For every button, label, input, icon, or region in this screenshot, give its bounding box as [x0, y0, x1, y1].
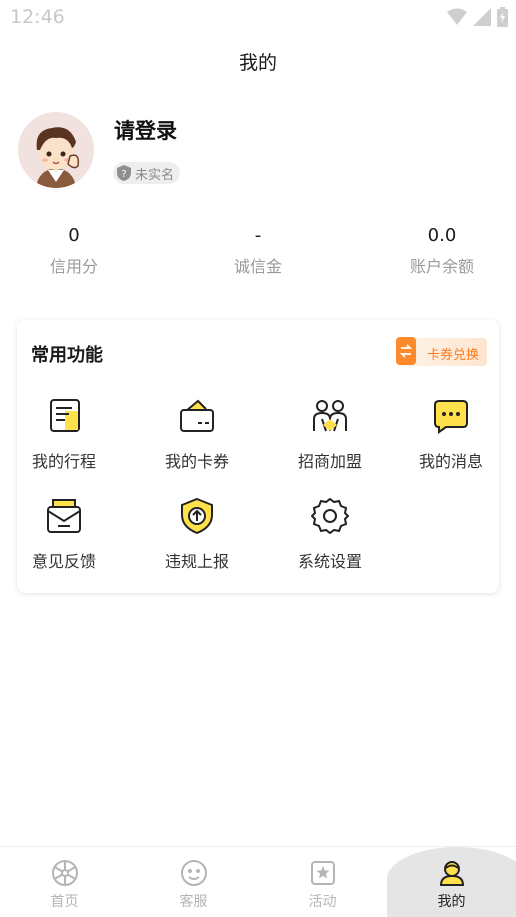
bottom-tab-bar: 首页 客服 活动 我的	[0, 846, 516, 917]
home-icon	[51, 860, 78, 886]
func-label: 我的消息	[418, 452, 483, 471]
stat-label: 信用分	[49, 257, 98, 276]
activity-icon	[310, 861, 335, 885]
avatar-boy-icon	[18, 112, 94, 188]
status-time: 12:46	[10, 6, 65, 28]
coupon-exchange-button[interactable]: 卡券兑换	[396, 337, 487, 366]
stat-label: 诚信金	[233, 257, 282, 276]
tab-label: 活动	[308, 894, 337, 910]
func-label: 我的卡券	[164, 452, 229, 471]
stat-value: 0	[68, 225, 80, 246]
stat-label: 账户余额	[409, 257, 474, 276]
coupon-wallet-icon	[180, 399, 214, 432]
stat-credit-score[interactable]: 0 信用分	[4, 224, 144, 277]
func-label: 我的行程	[31, 452, 96, 471]
message-icon	[434, 400, 468, 434]
stat-value: 0.0	[427, 225, 457, 246]
feedback-icon	[47, 499, 81, 533]
login-prompt[interactable]: 请登录	[114, 115, 177, 145]
signal-icon	[473, 8, 491, 26]
stat-deposit[interactable]: - 诚信金	[188, 224, 328, 277]
func-label: 系统设置	[297, 552, 362, 571]
func-partnership[interactable]: 招商加盟	[275, 397, 385, 477]
service-icon	[180, 860, 207, 886]
func-my-coupons[interactable]: 我的卡券	[142, 397, 252, 477]
battery-icon	[497, 7, 508, 27]
card-title: 常用功能	[31, 345, 103, 366]
partners-icon	[313, 400, 347, 432]
func-violation-report[interactable]: 违规上报	[142, 497, 252, 577]
func-my-messages[interactable]: 我的消息	[396, 397, 506, 477]
avatar[interactable]	[18, 112, 94, 188]
tab-label: 我的	[437, 894, 466, 910]
exchange-arrows-icon	[396, 337, 416, 365]
settings-gear-icon	[311, 497, 349, 535]
realname-status-text: 未实名	[135, 167, 175, 183]
svg-text:?: ?	[121, 169, 126, 180]
tab-label: 客服	[179, 894, 208, 910]
tab-home[interactable]: 首页	[0, 847, 129, 917]
account-stats: 0 信用分 - 诚信金 0.0 账户余额	[0, 224, 516, 280]
tab-profile[interactable]: 我的	[387, 847, 516, 917]
coupon-exchange-label: 卡券兑换	[427, 348, 480, 363]
report-shield-icon	[181, 497, 213, 535]
status-bar: 12:46	[0, 0, 516, 36]
func-label: 招商加盟	[297, 452, 362, 471]
trip-icon	[50, 399, 80, 432]
page-title: 我的	[238, 52, 277, 74]
func-label: 意见反馈	[31, 552, 96, 571]
status-icons	[447, 7, 508, 27]
wifi-icon	[447, 8, 467, 25]
tab-activity[interactable]: 活动	[258, 847, 387, 917]
profile-icon	[439, 861, 464, 886]
common-functions-card: 常用功能 卡券兑换 我的行程 我的卡券 招商加盟 我的消息 意见反馈 违规上报 …	[17, 320, 499, 593]
func-system-settings[interactable]: 系统设置	[275, 497, 385, 577]
func-feedback[interactable]: 意见反馈	[9, 497, 119, 577]
func-label: 违规上报	[164, 552, 229, 571]
tab-service[interactable]: 客服	[129, 847, 258, 917]
tab-label: 首页	[50, 894, 79, 910]
realname-status-badge[interactable]: ? 未实名	[113, 162, 181, 184]
stat-value: -	[254, 225, 262, 246]
func-my-trips[interactable]: 我的行程	[9, 397, 119, 477]
stat-balance[interactable]: 0.0 账户余额	[372, 224, 512, 277]
verify-question-icon: ?	[117, 165, 131, 181]
